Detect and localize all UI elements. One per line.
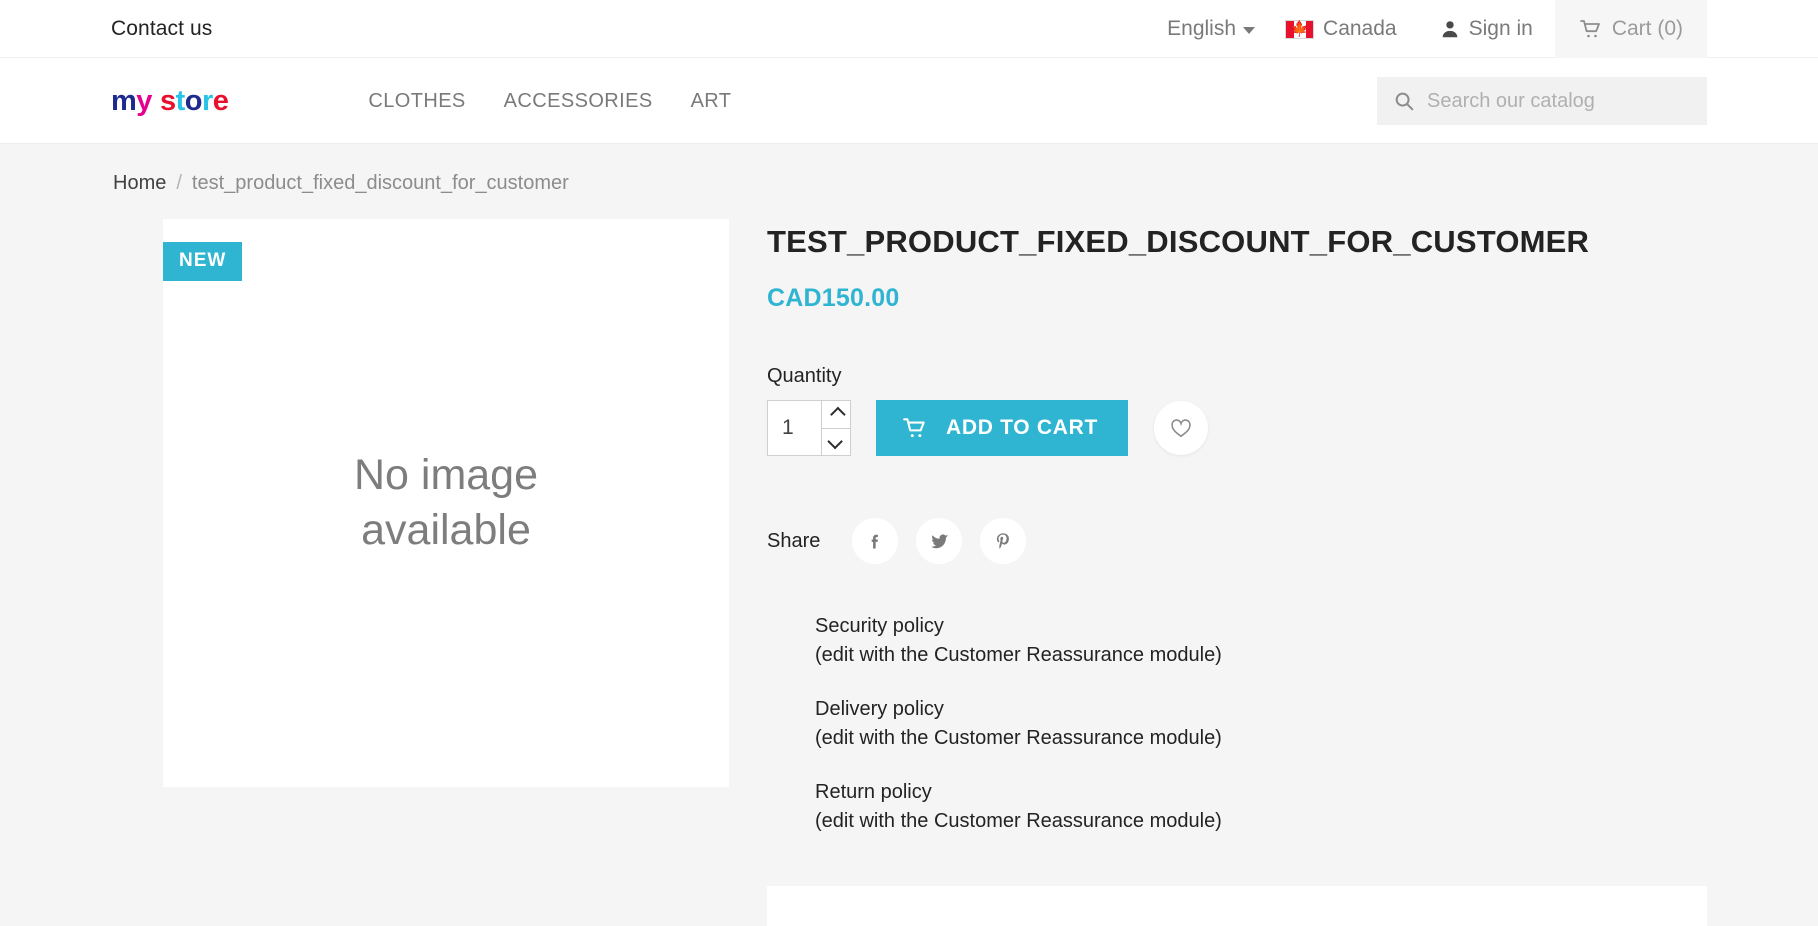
canada-flag-icon: 🍁 [1285,20,1314,39]
user-icon [1439,18,1461,40]
share-row: Share [767,518,1707,564]
topnav-right-group: English 🍁 Canada Sign in [1167,0,1707,58]
maple-leaf-glyph: 🍁 [1290,22,1309,37]
breadcrumb-current: test_product_fixed_discount_for_customer [192,172,569,195]
product-gallery: NEW No image available [111,219,699,787]
product-price: CAD150.00 [767,284,1707,313]
no-image-placeholder: No image available [354,448,538,558]
product-details-card: Product Details [767,886,1707,926]
product-image-container[interactable]: NEW No image available [163,219,729,787]
menu-item-accessories[interactable]: ACCESSORIES [504,90,653,113]
contact-us-link[interactable]: Contact us [111,17,212,41]
sign-in-label: Sign in [1469,17,1533,41]
quantity-increase-button[interactable] [822,401,850,428]
facebook-icon [865,531,885,551]
site-header: mystore CLOTHES ACCESSORIES ART [0,58,1818,144]
heart-icon [1169,416,1193,440]
quantity-label: Quantity [767,365,1707,388]
store-logo[interactable]: mystore [111,85,228,118]
quantity-input[interactable] [768,401,821,455]
country-label: Canada [1323,17,1397,41]
breadcrumb-separator: / [176,172,182,195]
policy-title: Return policy [815,778,1707,807]
cart-add-icon [902,415,928,441]
purchase-controls: ADD TO CART [767,400,1707,456]
quantity-stepper[interactable] [767,400,851,456]
chevron-up-icon [830,407,846,423]
policy-subtitle: (edit with the Customer Reassurance modu… [815,724,1707,753]
cart-label: Cart (0) [1612,17,1683,41]
pinterest-icon [993,531,1014,552]
cart-button[interactable]: Cart (0) [1555,0,1707,58]
shopping-cart-icon [1579,17,1603,41]
add-to-cart-button[interactable]: ADD TO CART [876,400,1128,456]
menu-item-art[interactable]: ART [691,90,732,113]
search-input[interactable] [1427,90,1691,113]
share-pinterest-button[interactable] [980,518,1026,564]
policy-subtitle: (edit with the Customer Reassurance modu… [815,807,1707,836]
policy-item-delivery: Delivery policy (edit with the Customer … [815,695,1707,753]
policy-title: Security policy [815,612,1707,641]
language-label: English [1167,17,1236,41]
policy-title: Delivery policy [815,695,1707,724]
main-menu: CLOTHES ACCESSORIES ART [368,90,731,113]
top-navigation-bar: Contact us English 🍁 Canada [0,0,1818,58]
new-badge: NEW [163,242,242,281]
chevron-down-icon [1243,27,1255,34]
product-title: TEST_PRODUCT_FIXED_DISCOUNT_FOR_CUSTOMER [767,223,1707,260]
no-image-line-2: available [354,503,538,558]
product-info: TEST_PRODUCT_FIXED_DISCOUNT_FOR_CUSTOMER… [699,219,1707,926]
no-image-line-1: No image [354,448,538,503]
country-selector[interactable]: 🍁 Canada [1269,0,1417,58]
search-icon [1393,90,1415,112]
reassurance-policies: Security policy (edit with the Customer … [767,612,1707,836]
policy-item-return: Return policy (edit with the Customer Re… [815,778,1707,836]
search-box[interactable] [1377,77,1707,125]
page-content: Home / test_product_fixed_discount_for_c… [111,144,1707,926]
policy-subtitle: (edit with the Customer Reassurance modu… [815,641,1707,670]
menu-item-clothes[interactable]: CLOTHES [368,90,465,113]
share-label: Share [767,530,820,553]
language-selector[interactable]: English [1167,0,1269,58]
quantity-decrease-button[interactable] [822,428,850,456]
sign-in-link[interactable]: Sign in [1417,0,1555,58]
share-facebook-button[interactable] [852,518,898,564]
breadcrumb: Home / test_product_fixed_discount_for_c… [111,172,1707,195]
chevron-down-icon [827,434,843,450]
add-to-cart-label: ADD TO CART [946,416,1098,440]
product-main-row: NEW No image available TEST_PRODUCT_FIXE… [111,219,1707,926]
add-to-wishlist-button[interactable] [1154,401,1208,455]
breadcrumb-home[interactable]: Home [113,172,166,195]
twitter-icon [929,531,950,552]
policy-item-security: Security policy (edit with the Customer … [815,612,1707,670]
share-twitter-button[interactable] [916,518,962,564]
